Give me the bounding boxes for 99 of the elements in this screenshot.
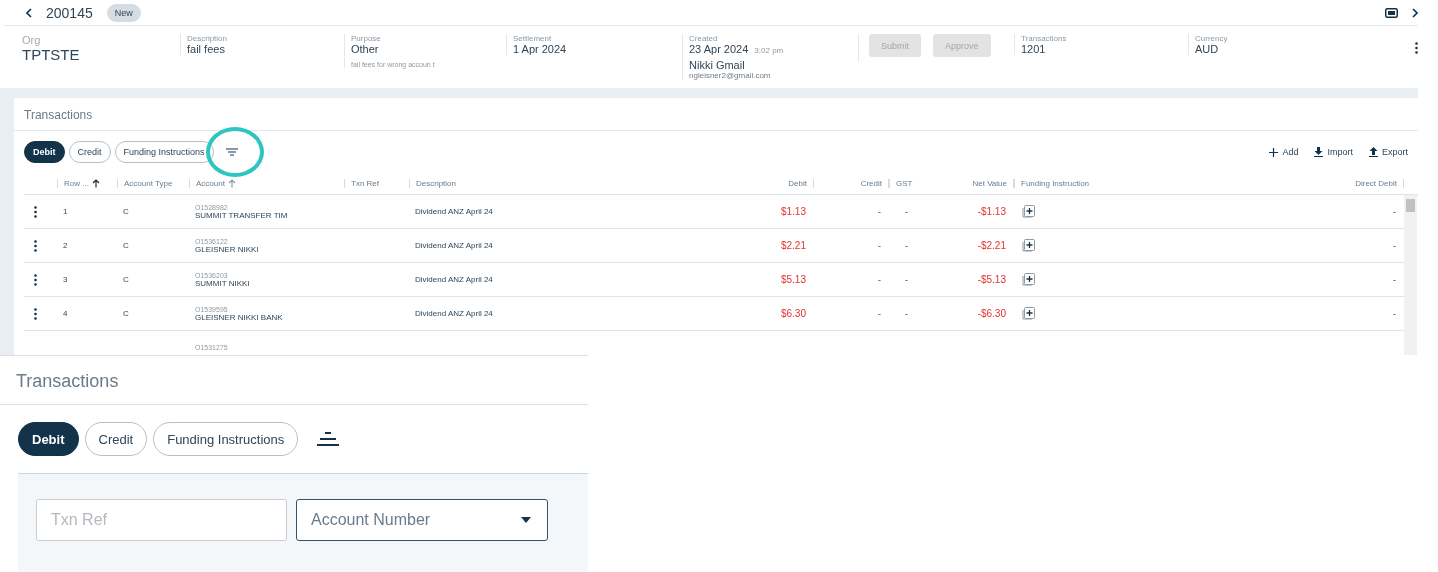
field-value: fail fees xyxy=(187,43,225,55)
account-name: GLEISNER NIKKI BANK xyxy=(195,312,284,322)
document-plus-icon[interactable] xyxy=(1020,238,1035,253)
direct-debit: - xyxy=(1392,274,1397,285)
filter-tab[interactable]: Funding Instructions xyxy=(114,141,214,163)
net-value: -$5.13 xyxy=(976,274,1007,285)
account-name: SUMMIT TRANSFER TIM xyxy=(195,210,289,220)
debit-amount: $5.13 xyxy=(779,274,807,285)
description-cell-text: Dividend ANZ April 24 xyxy=(414,207,494,216)
more-menu-icon xyxy=(1415,42,1418,54)
credit-amount: - xyxy=(877,308,882,319)
column-header[interactable]: Direct Debit xyxy=(1314,179,1404,188)
net-value: -$1.13 xyxy=(976,206,1007,217)
org-value: TPTSTE xyxy=(22,46,81,63)
sort-arrow-icon xyxy=(227,179,236,188)
net-value: -$6.30 xyxy=(976,308,1007,319)
chevron-right-icon[interactable] xyxy=(1412,7,1418,18)
panel-title: Transactions xyxy=(0,356,588,405)
debit-amount: $2.21 xyxy=(779,240,807,251)
account-number-select[interactable]: Account Number xyxy=(296,499,548,541)
scrollbar[interactable] xyxy=(1404,195,1417,355)
account-type: C xyxy=(122,309,130,318)
column-header[interactable]: Txn Ref xyxy=(344,179,409,188)
org-label: Org xyxy=(22,34,42,46)
gst-amount: - xyxy=(904,308,909,319)
kebab-menu-icon xyxy=(34,205,37,218)
column-header[interactable]: Funding Instruction xyxy=(1014,179,1314,188)
field-value: 23 Apr 2024 xyxy=(689,43,749,55)
field-label: Description xyxy=(187,34,228,43)
debit-amount: $1.13 xyxy=(779,206,807,217)
plus-icon xyxy=(1269,147,1279,157)
account-name: SUMMIT NIKKI xyxy=(195,278,251,288)
row-number: 4 xyxy=(62,309,69,318)
document-plus-icon[interactable] xyxy=(1020,272,1035,287)
row-number: 3 xyxy=(62,275,69,284)
column-header[interactable]: Net Value xyxy=(924,179,1014,188)
kebab-menu-icon xyxy=(34,273,37,286)
column-header[interactable]: Account Type xyxy=(117,179,189,188)
column-header[interactable]: Description xyxy=(409,179,737,188)
direct-debit: - xyxy=(1392,308,1397,319)
credit-amount: - xyxy=(877,206,882,217)
creator-name: Nikki Gmail xyxy=(689,59,746,71)
field-value: 1201 xyxy=(1021,43,1046,55)
field-label: Created xyxy=(689,34,719,43)
document-plus-icon[interactable] xyxy=(1020,204,1035,219)
field-label: Purpose xyxy=(351,34,382,43)
gst-amount: - xyxy=(904,240,909,251)
export-button[interactable]: Export xyxy=(1363,147,1414,157)
field-value: 1 Apr 2024 xyxy=(513,43,567,55)
credit-amount: - xyxy=(877,274,882,285)
gst-amount: - xyxy=(904,274,909,285)
credit-amount: - xyxy=(877,240,882,251)
gst-amount: - xyxy=(904,206,909,217)
filter-icon[interactable] xyxy=(316,432,341,446)
column-header[interactable]: Account xyxy=(189,179,344,188)
row-number: 2 xyxy=(62,241,69,250)
record-id: 200145 xyxy=(46,4,93,21)
column-header[interactable]: Row ... xyxy=(57,179,117,188)
upload-icon xyxy=(1369,147,1378,157)
field-value: Other xyxy=(351,43,379,55)
row-number: 1 xyxy=(62,207,69,216)
column-header[interactable]: Debit xyxy=(737,179,814,188)
direct-debit: - xyxy=(1392,240,1397,251)
column-header[interactable]: GST xyxy=(889,179,924,188)
filter-tab[interactable]: Credit xyxy=(84,422,148,456)
account-type: C xyxy=(122,275,130,284)
panel-title: Transactions xyxy=(14,98,1418,131)
status-badge: New xyxy=(106,3,141,22)
description-cell-text: Dividend ANZ April 24 xyxy=(414,309,494,318)
caret-icon xyxy=(521,517,531,523)
net-value: -$2.21 xyxy=(976,240,1007,251)
created-time: 3:02 pm xyxy=(754,46,784,55)
account-type: C xyxy=(122,207,130,216)
import-button[interactable]: Import xyxy=(1308,147,1359,157)
field-value: AUD xyxy=(1195,43,1219,55)
add-button[interactable]: Add xyxy=(1263,147,1305,157)
back-chevron-icon[interactable] xyxy=(26,7,32,18)
description-cell-text: Dividend ANZ April 24 xyxy=(414,241,494,250)
download-icon xyxy=(1314,147,1324,157)
description-cell-text: Dividend ANZ April 24 xyxy=(414,275,494,284)
field-label: Settlement xyxy=(513,34,553,43)
sort-arrow-icon xyxy=(91,179,100,188)
filter-tab[interactable]: Debit xyxy=(18,422,79,456)
filter-tab[interactable]: Funding Instructions xyxy=(153,422,299,456)
column-header[interactable]: Credit xyxy=(814,179,889,188)
creator-email: ngleisner2@gmail.com xyxy=(689,71,772,80)
txn-ref-field[interactable]: Txn Ref xyxy=(36,499,287,541)
document-plus-icon[interactable] xyxy=(1020,306,1035,321)
direct-debit: - xyxy=(1392,206,1397,217)
field-label: Currency xyxy=(1195,34,1229,43)
filter-tab[interactable]: Credit xyxy=(68,141,111,163)
panel-toggle-icon[interactable] xyxy=(1385,7,1398,18)
field-label: Transactions xyxy=(1021,34,1068,43)
debit-amount: $6.30 xyxy=(779,308,807,319)
filter-tab[interactable]: Debit xyxy=(24,141,65,163)
account-name: GLEISNER NIKKI xyxy=(195,244,260,254)
kebab-menu-icon xyxy=(34,307,37,320)
account-type: C xyxy=(122,241,130,250)
kebab-menu-icon xyxy=(34,239,37,252)
